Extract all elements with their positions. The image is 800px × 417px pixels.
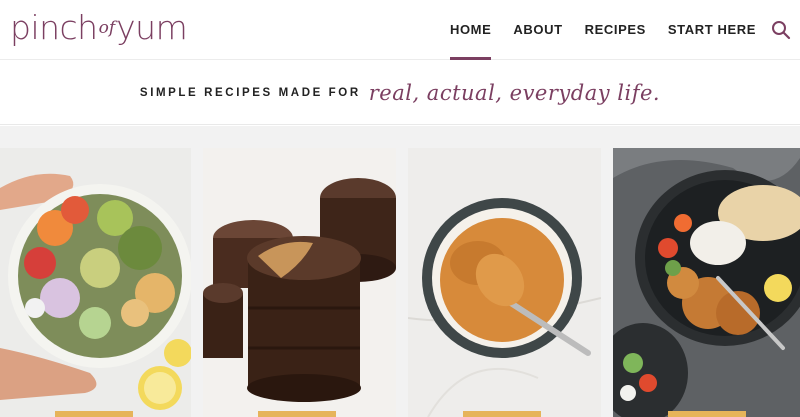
salad-bowl-image xyxy=(0,148,191,417)
logo-word-pinch: pinch xyxy=(10,8,98,47)
chicken-plate-image xyxy=(613,148,800,417)
chocolate-cups-image xyxy=(203,148,396,417)
main-nav: HOME ABOUT RECIPES START HERE xyxy=(449,0,756,60)
search-icon[interactable] xyxy=(770,19,792,41)
nav-item-start-here[interactable]: START HERE xyxy=(668,0,756,60)
card-label-bar xyxy=(55,411,133,417)
tagline-caps: SIMPLE RECIPES MADE FOR xyxy=(139,86,361,99)
logo-word-yum: yum xyxy=(116,8,188,47)
recipe-card-peanut-butter-cups[interactable] xyxy=(203,148,396,417)
site-logo[interactable]: pinch of yum xyxy=(10,6,188,50)
nav-item-recipes[interactable]: RECIPES xyxy=(585,0,646,60)
nav-item-about[interactable]: ABOUT xyxy=(513,0,562,60)
logo-word-of: of xyxy=(98,18,116,38)
sauce-bowl-image xyxy=(408,148,601,417)
recipe-card-chicken-plate[interactable] xyxy=(613,148,800,417)
recipe-card-sauce-bowl[interactable] xyxy=(408,148,601,417)
card-label-bar xyxy=(668,411,746,417)
recipe-card-salad-bowl[interactable] xyxy=(0,148,191,417)
card-label-bar xyxy=(258,411,336,417)
nav-item-home[interactable]: HOME xyxy=(449,0,492,60)
tagline-script: real, actual, everyday life. xyxy=(368,80,661,105)
tagline-band: SIMPLE RECIPES MADE FOR real, actual, ev… xyxy=(0,61,800,125)
site-header: pinch of yum HOME ABOUT RECIPES START HE… xyxy=(0,0,800,60)
card-label-bar xyxy=(463,411,541,417)
